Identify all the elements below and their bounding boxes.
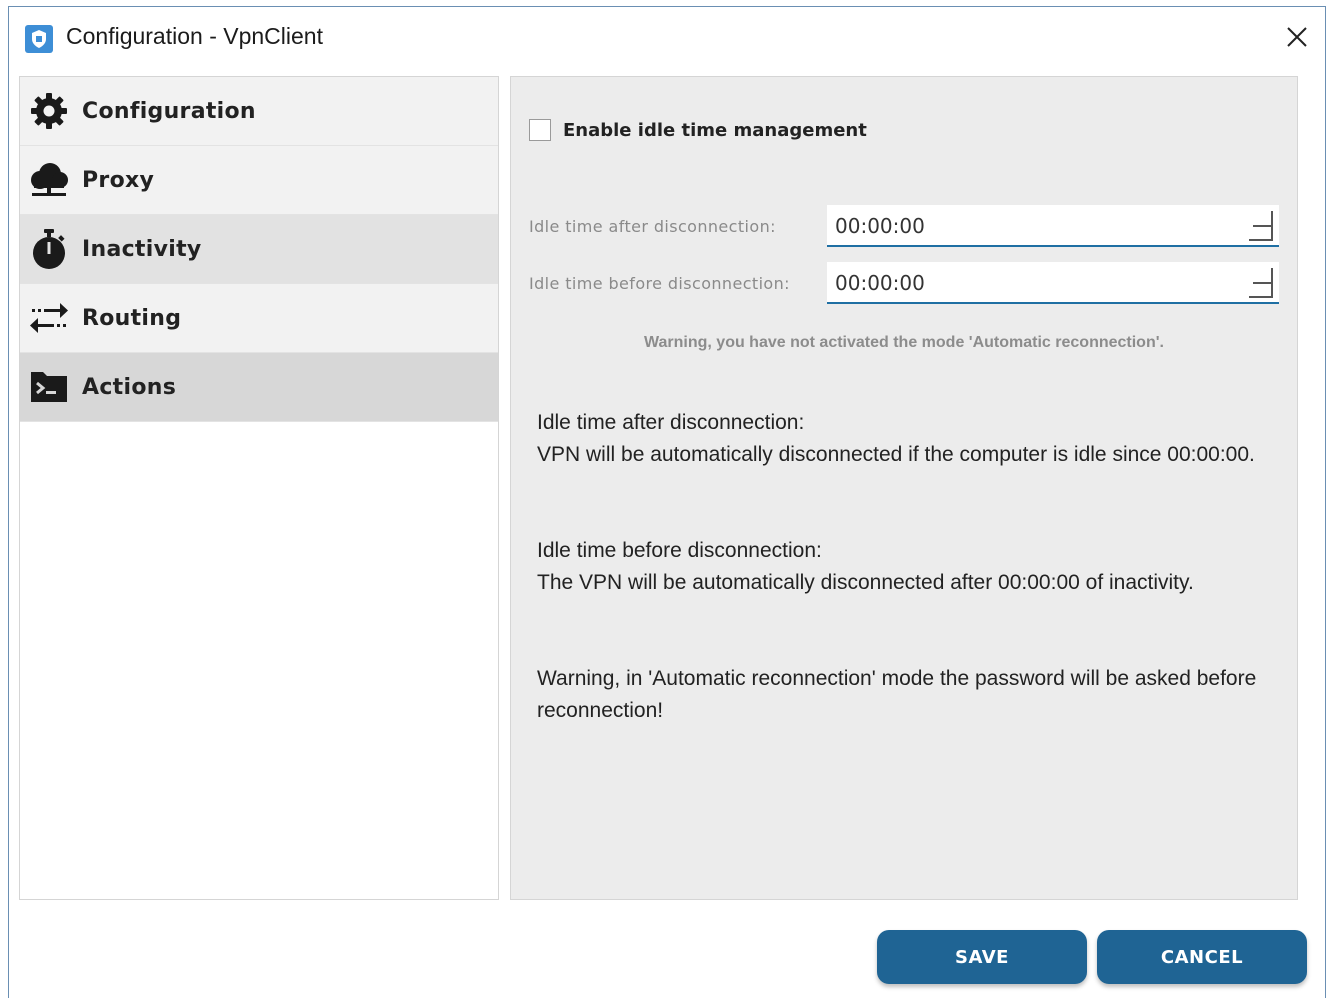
cancel-button[interactable]: CANCEL [1097,930,1307,984]
password-warning: Warning, in 'Automatic reconnection' mod… [537,667,1257,722]
enable-idle-label: Enable idle time management [563,119,867,141]
info-after-text: VPN will be automatically disconnected i… [537,443,1255,466]
sidebar-item-label: Inactivity [82,236,202,262]
shield-icon [25,25,53,53]
sidebar-item-label: Actions [82,374,177,400]
enable-idle-checkbox-row[interactable]: Enable idle time management [529,119,867,141]
sidebar-item-configuration[interactable]: Configuration [20,77,498,146]
terminal-icon [26,364,72,410]
close-button[interactable] [1277,19,1317,55]
cloud-icon [26,157,72,203]
sidebar-item-inactivity[interactable]: Inactivity [20,215,498,284]
sidebar-item-label: Configuration [82,98,256,124]
idle-before-label: Idle time before disconnection: [529,274,790,293]
idle-after-label: Idle time after disconnection: [529,217,776,236]
save-button[interactable]: SAVE [877,930,1087,984]
inactivity-panel: Enable idle time management Idle time af… [510,76,1298,900]
idle-before-value: 00:00:00 [835,271,925,295]
sidebar-item-label: Routing [82,305,182,331]
stopwatch-icon [26,226,72,272]
reconnection-warning: Warning, you have not activated the mode… [644,334,1164,351]
routing-arrows-icon [26,295,72,341]
idle-after-input[interactable]: 00:00:00 [827,205,1279,247]
window-title: Configuration - VpnClient [66,23,323,49]
time-spinner-handle[interactable] [1249,211,1275,241]
sidebar-nav: Configuration Proxy Inactivity Routing A… [19,76,499,900]
sidebar-item-actions[interactable]: Actions [20,353,498,422]
sidebar-item-routing[interactable]: Routing [20,284,498,353]
enable-idle-checkbox[interactable] [529,119,551,141]
time-spinner-handle[interactable] [1249,268,1275,298]
gear-icon [26,88,72,134]
sidebar-item-label: Proxy [82,167,155,193]
sidebar-item-proxy[interactable]: Proxy [20,146,498,215]
info-after-title: Idle time after disconnection: [537,411,805,434]
idle-after-value: 00:00:00 [835,214,925,238]
title-bar: Configuration - VpnClient [9,7,1325,65]
idle-before-input[interactable]: 00:00:00 [827,262,1279,304]
info-before-text: The VPN will be automatically disconnect… [537,571,1194,594]
info-before-title: Idle time before disconnection: [537,539,822,562]
close-icon [1287,27,1307,47]
